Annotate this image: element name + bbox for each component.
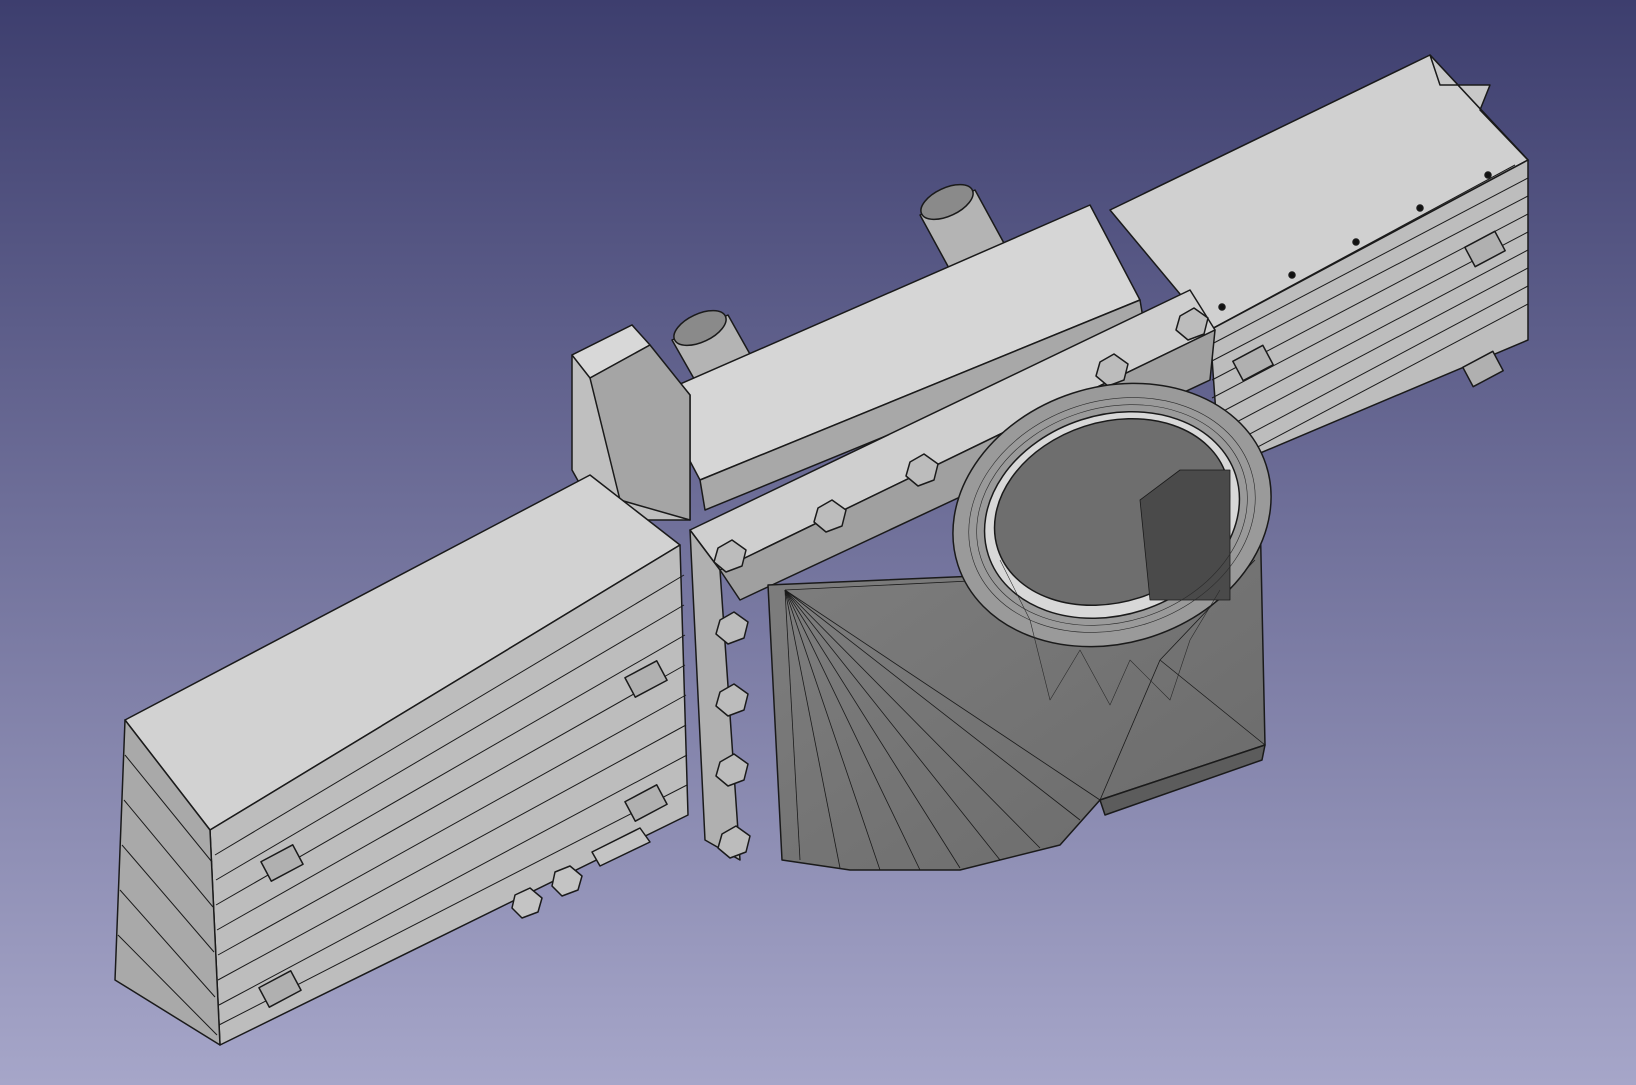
3d-scene[interactable] [0, 0, 1636, 1085]
3d-viewport[interactable] [0, 0, 1636, 1085]
